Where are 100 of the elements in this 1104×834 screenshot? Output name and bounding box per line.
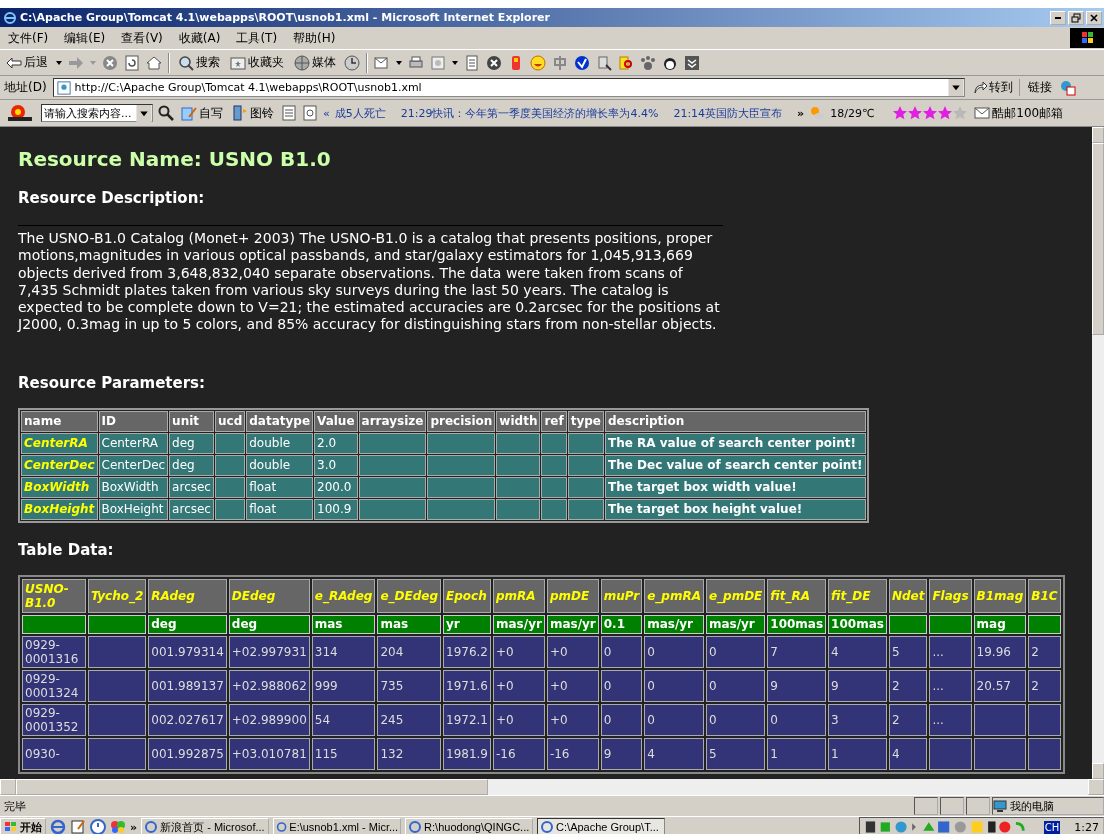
smiley-icon[interactable] (530, 54, 546, 71)
menu-item[interactable]: 编辑(E) (64, 29, 106, 47)
caret-icon[interactable] (396, 60, 402, 65)
column-header: B1C (1028, 578, 1061, 613)
paw-icon[interactable] (640, 54, 656, 71)
column-header: precision (427, 410, 496, 432)
table-cell (88, 669, 147, 702)
address-field[interactable]: http://C:\Apache Group\Tomcat 4.1\webapps\ROOT\usnob1.xml (52, 78, 965, 97)
write-button[interactable]: 自写 (179, 104, 225, 122)
menu-item[interactable]: 查看(V) (121, 29, 163, 47)
table-cell: 7 (767, 635, 827, 668)
media-button[interactable]: 媒体 (292, 54, 338, 71)
print-icon[interactable] (408, 54, 424, 71)
news-previous-button[interactable]: « (323, 106, 330, 120)
column-header: Tycho_2 (88, 578, 147, 613)
more-button[interactable]: » (130, 820, 138, 834)
status-panel (914, 797, 938, 815)
download-icon[interactable] (684, 54, 700, 71)
notepad-icon[interactable] (70, 819, 86, 834)
menu-item[interactable]: 收藏(A) (178, 29, 221, 47)
news-link[interactable]: 成5人死亡 (334, 105, 386, 121)
table-cell: 314 (311, 635, 376, 668)
table-cell: 001.979314 (148, 635, 227, 668)
table-cell: +0 (546, 703, 599, 736)
star-icon (893, 106, 908, 120)
column-header: e_pmRA (644, 578, 704, 613)
table-cell (88, 737, 147, 770)
restore-button[interactable] (1068, 10, 1084, 25)
unit-cell: 0.1 (600, 614, 643, 634)
search-icon[interactable] (158, 105, 174, 121)
table-cell: 2 (1028, 669, 1061, 702)
menu-item[interactable]: 文件(F) (8, 29, 49, 47)
table-cell: 0 (600, 635, 643, 668)
refresh-icon[interactable] (124, 54, 140, 71)
table-cell (973, 703, 1027, 736)
browser-icon[interactable] (50, 819, 66, 834)
history-icon[interactable] (344, 54, 360, 71)
table-cell: 0 (644, 635, 704, 668)
horizontal-scrollbar[interactable] (0, 779, 1104, 795)
close-circle-icon[interactable] (486, 54, 502, 71)
close-icon (1089, 12, 1099, 23)
table-cell: 1 (767, 737, 827, 770)
dropdown-icon[interactable] (136, 104, 152, 122)
caret-icon[interactable] (56, 60, 62, 65)
go-button[interactable]: 转到 (970, 79, 1020, 96)
check-circle-icon[interactable] (574, 54, 590, 71)
home-icon[interactable] (146, 54, 162, 71)
table-cell: +02.997931 (228, 635, 310, 668)
links-button[interactable]: 链接 (1025, 79, 1054, 96)
favorites-button[interactable]: 收藏夹 (228, 54, 286, 71)
caret-icon[interactable] (452, 60, 458, 65)
table-cell (929, 737, 972, 770)
search-field[interactable]: 请输入搜索内容... (41, 104, 153, 122)
table-cell: 54 (311, 703, 376, 736)
mail-icon[interactable] (374, 54, 390, 71)
table-cell: arcsec (169, 498, 214, 520)
table-cell (496, 476, 541, 498)
table-cell: 0 (705, 703, 766, 736)
close-button[interactable] (1086, 10, 1102, 25)
table-cell: -16 (546, 737, 599, 770)
table-cell (427, 454, 496, 476)
back-button[interactable]: 后退 (4, 54, 50, 71)
windows-logo-icon (4, 821, 18, 833)
tool-icon[interactable] (596, 54, 612, 71)
table-cell: 4 (644, 737, 704, 770)
taskbar-button[interactable]: R:\huodong\QINGC... (405, 818, 534, 834)
unit-cell: mas/yr (705, 614, 766, 634)
minimize-icon (1055, 16, 1061, 19)
menu-item[interactable]: 工具(T) (236, 29, 278, 47)
column-header: width (496, 410, 541, 432)
taskbar-button[interactable]: E:\usnob1.xml - Micr... (273, 818, 402, 834)
start-button[interactable]: 开始 (0, 818, 46, 834)
table-cell (358, 432, 427, 454)
table-cell: +0 (546, 635, 599, 668)
document-icon[interactable] (464, 54, 480, 71)
table-cell: 115 (311, 737, 376, 770)
stop-icon[interactable] (102, 54, 118, 71)
weather-text: 18/29℃ (830, 106, 875, 120)
search-button[interactable]: 搜索 (176, 54, 222, 71)
ringtone-button[interactable]: 图铃 (230, 104, 276, 122)
taskbar-button[interactable]: C:\Apache Group\T... (537, 818, 666, 834)
notepad-icon[interactable] (281, 105, 297, 121)
more-button[interactable]: » (797, 106, 805, 120)
pdf-icon[interactable] (1059, 79, 1076, 96)
table-cell: 0929-0001324 (22, 669, 86, 702)
news-link[interactable]: 21:29快讯：今年第一季度美国经济的增长率为4.4% (400, 105, 659, 121)
language-indicator[interactable]: CH (1043, 820, 1061, 834)
table-cell: 9 (600, 737, 643, 770)
minimize-button[interactable] (1050, 10, 1066, 25)
vertical-scrollbar[interactable] (1092, 127, 1104, 779)
mail-button[interactable]: 酷邮100邮箱 (972, 104, 1066, 122)
document-icon[interactable] (302, 105, 318, 121)
clock-icon[interactable] (90, 819, 106, 834)
status-panel (966, 797, 990, 815)
taskbar-button[interactable]: 新浪首页 - Microsof... (141, 818, 270, 834)
news-link[interactable]: 21:14英国防大臣宣布 (673, 105, 783, 121)
menu-item[interactable]: 帮助(H) (293, 29, 336, 47)
dropdown-icon[interactable] (947, 79, 964, 96)
table-cell: 132 (377, 737, 441, 770)
table-cell: BoxWidth (21, 476, 98, 498)
